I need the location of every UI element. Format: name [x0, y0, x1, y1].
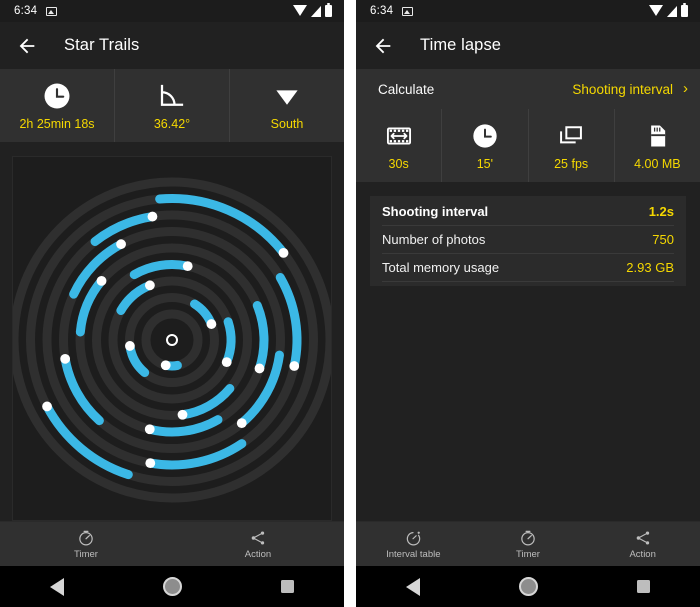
- metric-angle[interactable]: 36.42°: [115, 69, 230, 142]
- battery-icon: [325, 2, 332, 17]
- metric-value: 15': [476, 156, 494, 171]
- nav-home-icon[interactable]: [162, 577, 182, 596]
- metric-exposure-time[interactable]: 2h 25min 18s: [0, 69, 115, 142]
- result-label: Total memory usage: [382, 260, 500, 275]
- metric-value: 30s: [388, 156, 409, 171]
- result-value: 1.2s: [648, 204, 674, 219]
- metric-direction[interactable]: South: [230, 69, 344, 142]
- angle-icon: [157, 81, 187, 111]
- bottom-nav-timer[interactable]: Timer: [471, 528, 586, 560]
- dual-screenshot-container: 6:34 Star Trails 2h 25min 18s 36.42° Sou…: [0, 0, 700, 607]
- calculate-row[interactable]: Calculate Shooting interval ›: [356, 69, 700, 109]
- chevron-right-icon: ›: [683, 79, 688, 97]
- star-trails-diagram: [13, 177, 331, 502]
- result-label: Number of photos: [382, 232, 486, 247]
- calculate-label: Calculate: [378, 81, 435, 97]
- sd-card-icon: [643, 121, 671, 151]
- clock-icon: [471, 121, 499, 151]
- calculate-value: Shooting interval: [572, 81, 673, 97]
- wifi-icon: [293, 4, 307, 16]
- status-icons-group: [649, 2, 692, 17]
- signal-icon: [311, 5, 321, 17]
- status-bar-left: 6:34: [0, 0, 344, 22]
- back-arrow-icon[interactable]: [16, 35, 38, 57]
- star-trails-card[interactable]: [12, 156, 332, 521]
- clock-icon: [42, 81, 72, 111]
- bottom-nav-right: Interval table Timer Action: [356, 521, 700, 566]
- nav-recent-icon[interactable]: [281, 580, 295, 593]
- status-bar-right: 6:34: [356, 0, 700, 22]
- share-icon: [634, 528, 652, 548]
- metric-value: South: [270, 116, 304, 131]
- metric-value: 36.42°: [153, 116, 191, 131]
- page-title: Star Trails: [64, 36, 140, 54]
- metric-frame-rate[interactable]: 25 fps: [529, 109, 615, 182]
- timer-icon: [519, 528, 537, 548]
- battery-icon: [681, 2, 688, 17]
- metric-value: 2h 25min 18s: [19, 116, 95, 131]
- status-time: 6:34: [370, 5, 394, 17]
- results-area: Shooting interval 1.2s Number of photos …: [356, 184, 700, 521]
- status-icons-group: [293, 2, 336, 17]
- result-value: 750: [652, 232, 674, 247]
- image-icon: [46, 6, 58, 16]
- share-icon: [249, 528, 267, 548]
- result-value: 2.93 GB: [626, 260, 674, 275]
- system-nav-bar-left: [0, 566, 344, 607]
- result-label: Shooting interval: [382, 204, 489, 219]
- metric-value: 4.00 MB: [634, 156, 681, 171]
- nav-recent-icon[interactable]: [637, 580, 651, 593]
- bottom-nav-action[interactable]: Action: [585, 528, 700, 560]
- bottom-nav-label: Action: [629, 549, 656, 560]
- app-bar-left: Star Trails: [0, 22, 344, 69]
- bottom-nav-action[interactable]: Action: [172, 528, 344, 560]
- table-row: Total memory usage 2.93 GB: [382, 254, 674, 282]
- triangle-down-icon: [272, 81, 302, 111]
- system-nav-bar-right: [356, 566, 700, 607]
- signal-icon: [667, 5, 677, 17]
- metric-value: 25 fps: [554, 156, 589, 171]
- metric-strip-left: 2h 25min 18s 36.42° South: [0, 69, 344, 144]
- timer-icon: [77, 528, 95, 548]
- visualization-area: [0, 144, 344, 521]
- nav-back-icon[interactable]: [49, 577, 64, 596]
- metric-event-duration[interactable]: 15': [442, 109, 529, 182]
- status-time: 6:34: [14, 5, 38, 17]
- bottom-nav-label: Action: [244, 549, 272, 560]
- film-strip-icon: [385, 121, 413, 151]
- table-row: Number of photos 750: [382, 226, 674, 254]
- page-title: Time lapse: [420, 36, 502, 54]
- metric-strip-right: 30s 15' 25 fps 4.00 MB: [356, 109, 700, 184]
- interval-table-icon: [404, 528, 422, 548]
- metric-clip-length[interactable]: 30s: [356, 109, 443, 182]
- bottom-nav-interval-table[interactable]: Interval table: [356, 528, 471, 560]
- left-phone-screen: 6:34 Star Trails 2h 25min 18s 36.42° Sou…: [0, 0, 344, 607]
- nav-home-icon[interactable]: [518, 577, 538, 596]
- right-phone-screen: 6:34 Time lapse Calculate Shooting inter…: [356, 0, 700, 607]
- image-icon: [402, 6, 414, 16]
- bottom-nav-label: Interval table: [386, 549, 441, 560]
- bottom-nav-label: Timer: [516, 549, 540, 560]
- results-card: Shooting interval 1.2s Number of photos …: [370, 196, 686, 286]
- bottom-nav-timer[interactable]: Timer: [0, 528, 172, 560]
- metric-photo-size[interactable]: 4.00 MB: [615, 109, 700, 182]
- back-arrow-icon[interactable]: [372, 35, 394, 57]
- table-row: Shooting interval 1.2s: [382, 198, 674, 226]
- bottom-nav-left: Timer Action: [0, 521, 344, 566]
- frames-icon: [557, 121, 585, 151]
- wifi-icon: [649, 4, 663, 16]
- app-bar-right: Time lapse: [356, 22, 700, 69]
- nav-back-icon[interactable]: [405, 577, 420, 596]
- bottom-nav-label: Timer: [74, 549, 98, 560]
